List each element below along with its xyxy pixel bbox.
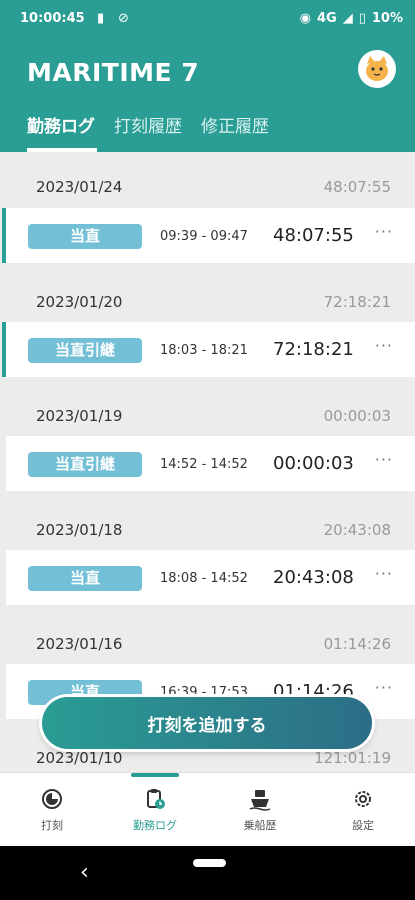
date-header: 2023/01/19 00:00:03	[0, 381, 415, 441]
status-time: 10:00:45	[20, 11, 85, 26]
nav-item-boarding-history[interactable]: 乗船歴	[220, 787, 300, 833]
home-pill-icon[interactable]	[193, 859, 226, 867]
log-entry[interactable]: 当直 18:08 - 14:52 20:43:08 ···	[6, 550, 415, 605]
no-disturb-icon: ⊘	[118, 11, 129, 26]
bottom-navigation: 打刻 勤務ログ 乗船歴 設定	[0, 772, 415, 847]
more-options-icon[interactable]: ···	[375, 336, 393, 355]
tab-edit-history[interactable]: 修正履歴	[201, 112, 269, 137]
log-date: 2023/01/18	[36, 521, 123, 539]
log-entry[interactable]: 当直引継 18:03 - 18:21 72:18:21 ···	[2, 322, 415, 377]
duration: 48:07:55	[273, 225, 354, 246]
nav-label: 打刻	[41, 819, 63, 832]
work-log-list[interactable]: 2023/01/24 48:07:55 当直 09:39 - 09:47 48:…	[0, 152, 415, 772]
duty-type-badge: 当直引継	[28, 338, 142, 363]
duration: 72:18:21	[273, 339, 354, 360]
sim-card-icon: ▮	[97, 11, 105, 26]
log-date: 2023/01/19	[36, 407, 123, 425]
nav-active-indicator	[131, 773, 179, 777]
daily-total: 48:07:55	[323, 178, 391, 196]
add-punch-button[interactable]: 打刻を追加する	[42, 697, 372, 749]
eye-icon: ◉	[299, 11, 311, 26]
tab-work-log[interactable]: 勤務ログ	[27, 112, 95, 137]
daily-total: 00:00:03	[323, 407, 391, 425]
duty-type-badge: 当直引継	[28, 452, 142, 477]
more-options-icon[interactable]: ···	[375, 450, 393, 469]
battery-icon: ▯	[358, 11, 366, 26]
more-options-icon[interactable]: ···	[375, 222, 393, 241]
app-title: MARITIME 7	[27, 58, 200, 87]
gear-icon	[355, 791, 371, 807]
duty-type-badge: 当直	[28, 224, 142, 249]
log-date: 2023/01/24	[36, 178, 123, 196]
date-header: 2023/01/20 72:18:21	[0, 267, 415, 327]
daily-total: 01:14:26	[323, 635, 391, 653]
nav-item-work-log[interactable]: 勤務ログ	[115, 787, 195, 833]
daily-total: 20:43:08	[323, 521, 391, 539]
app-header: MARITIME 7 勤務ログ 打刻履歴 修正履歴	[0, 40, 415, 152]
time-range: 18:03 - 18:21	[160, 343, 248, 358]
date-header: 2023/01/24 48:07:55	[0, 152, 415, 212]
log-date: 2023/01/20	[36, 293, 123, 311]
back-icon[interactable]: ‹	[80, 860, 89, 885]
signal-icon: ◢	[342, 11, 353, 26]
daily-total: 121:01:19	[314, 749, 391, 767]
duty-type-badge: 当直	[28, 566, 142, 591]
more-options-icon[interactable]: ···	[375, 564, 393, 583]
system-navigation-bar: ‹	[0, 846, 415, 900]
tab-bar: 勤務ログ 打刻履歴 修正履歴	[0, 112, 415, 152]
tab-punch-history[interactable]: 打刻履歴	[114, 112, 182, 137]
more-options-icon[interactable]: ···	[375, 678, 393, 697]
duration: 00:00:03	[273, 453, 354, 474]
clock-icon	[42, 789, 62, 809]
log-entry[interactable]: 当直引継 14:52 - 14:52 00:00:03 ···	[6, 436, 415, 491]
duration: 20:43:08	[273, 567, 354, 588]
nav-label: 設定	[352, 819, 374, 832]
nav-item-settings[interactable]: 設定	[323, 787, 403, 833]
log-date: 2023/01/10	[36, 749, 123, 767]
nav-label: 勤務ログ	[133, 819, 177, 832]
log-entry[interactable]: 当直 09:39 - 09:47 48:07:55 ···	[2, 208, 415, 263]
nav-label: 乗船歴	[243, 819, 277, 832]
time-range: 18:08 - 14:52	[160, 571, 248, 586]
time-range: 14:52 - 14:52	[160, 457, 248, 472]
status-bar: 10:00:45 ▮ ⊘ ◉ 4G ◢ ▯ 10%	[0, 0, 415, 40]
battery-level: 10%	[371, 11, 403, 26]
date-header: 2023/01/16 01:14:26	[0, 609, 415, 669]
network-label: 4G	[317, 11, 337, 26]
log-date: 2023/01/16	[36, 635, 123, 653]
clipboard-clock-icon	[147, 789, 165, 809]
cat-face-icon	[366, 56, 388, 81]
date-header: 2023/01/18 20:43:08	[0, 495, 415, 555]
nav-item-punch[interactable]: 打刻	[12, 787, 92, 833]
time-range: 09:39 - 09:47	[160, 229, 248, 244]
cat-avatar-icon[interactable]	[358, 50, 396, 88]
ship-icon	[249, 790, 271, 811]
daily-total: 72:18:21	[323, 293, 391, 311]
